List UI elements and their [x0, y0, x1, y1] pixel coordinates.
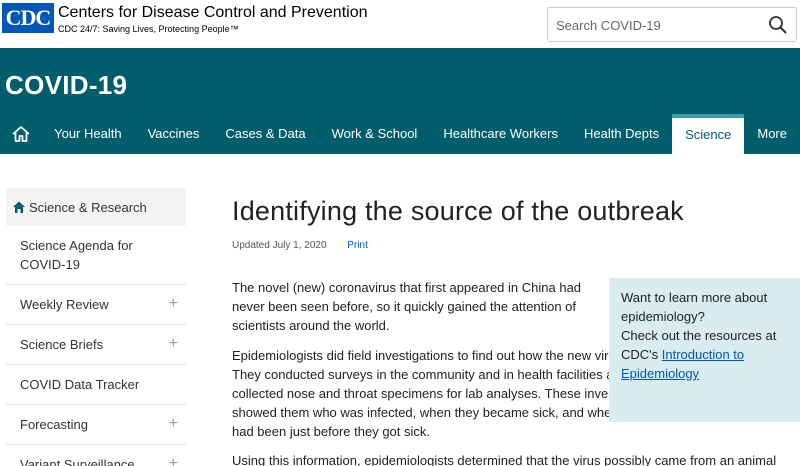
main-nav: Your Health Vaccines Cases & Data Work &…	[0, 114, 800, 154]
updated-date: Updated July 1, 2020	[232, 240, 327, 251]
paragraph-3: Using this information, epidemiologists …	[232, 453, 777, 466]
sidebar-item-label: Variant Surveillance	[20, 457, 135, 466]
callout-box: Want to learn more about epidemiology? C…	[609, 278, 800, 422]
sidebar-item-label: Forecasting	[20, 417, 88, 432]
sidebar-header[interactable]: Science & Research	[6, 188, 186, 226]
sidebar-item-covid-data-tracker[interactable]: COVID Data Tracker	[6, 365, 186, 405]
home-icon	[13, 201, 25, 213]
nav-healthcare-workers[interactable]: Healthcare Workers	[430, 114, 571, 154]
nav-work-school[interactable]: Work & School	[319, 114, 431, 154]
sidebar-item-forecasting[interactable]: Forecasting +	[6, 405, 186, 445]
callout-question: Want to learn more about epidemiology?	[621, 290, 768, 324]
sidebar-item-weekly-review[interactable]: Weekly Review +	[6, 285, 186, 325]
nav-your-health[interactable]: Your Health	[41, 114, 134, 154]
search-box[interactable]	[547, 7, 797, 42]
tagline: CDC 24/7: Saving Lives, Protecting Peopl…	[58, 24, 239, 34]
expand-icon[interactable]: +	[169, 294, 178, 313]
expand-icon[interactable]: +	[169, 454, 178, 466]
sidebar-item-label: Science Agenda for COVID-19	[20, 238, 133, 272]
nav-health-depts[interactable]: Health Depts	[571, 114, 672, 154]
site-header: CDC Centers for Disease Control and Prev…	[0, 0, 800, 48]
callout-text: Check out the resources at CDC's Introdu…	[621, 326, 789, 383]
print-link[interactable]: Print	[347, 240, 368, 251]
nav-science[interactable]: Science	[672, 114, 745, 154]
sidebar-header-label: Science & Research	[29, 199, 147, 215]
org-name[interactable]: Centers for Disease Control and Preventi…	[58, 4, 368, 22]
home-icon[interactable]	[11, 124, 31, 144]
paragraph-1: The novel (new) coronavirus that first a…	[232, 280, 582, 333]
page-title: Identifying the source of the outbreak	[232, 196, 684, 226]
sidebar-item-science-briefs[interactable]: Science Briefs +	[6, 325, 186, 365]
sidebar-item-label: COVID Data Tracker	[20, 377, 140, 392]
sidebar-item-science-agenda[interactable]: Science Agenda for COVID-19	[6, 226, 186, 285]
search-input[interactable]	[556, 16, 756, 34]
banner-title[interactable]: COVID-19	[5, 70, 127, 101]
sidebar-item-label: Science Briefs	[20, 337, 104, 352]
nav-more[interactable]: More	[744, 114, 800, 154]
cdc-logo[interactable]: CDC	[2, 3, 54, 33]
sidebar-item-variant-surveillance[interactable]: Variant Surveillance +	[6, 445, 186, 466]
paragraph-2: Epidemiologists did field investigations…	[232, 348, 670, 439]
sidebar-item-label: Weekly Review	[20, 297, 109, 312]
nav-home[interactable]	[0, 114, 41, 154]
page-meta: Updated July 1, 2020 Print	[232, 240, 800, 251]
sidebar: Science & Research Science Agenda for CO…	[6, 188, 186, 466]
search-icon[interactable]	[768, 15, 788, 35]
expand-icon[interactable]: +	[169, 414, 178, 433]
expand-icon[interactable]: +	[169, 334, 178, 353]
nav-vaccines[interactable]: Vaccines	[135, 114, 213, 154]
nav-cases-data[interactable]: Cases & Data	[212, 114, 318, 154]
main-content: Identifying the source of the outbreak U…	[232, 196, 800, 466]
